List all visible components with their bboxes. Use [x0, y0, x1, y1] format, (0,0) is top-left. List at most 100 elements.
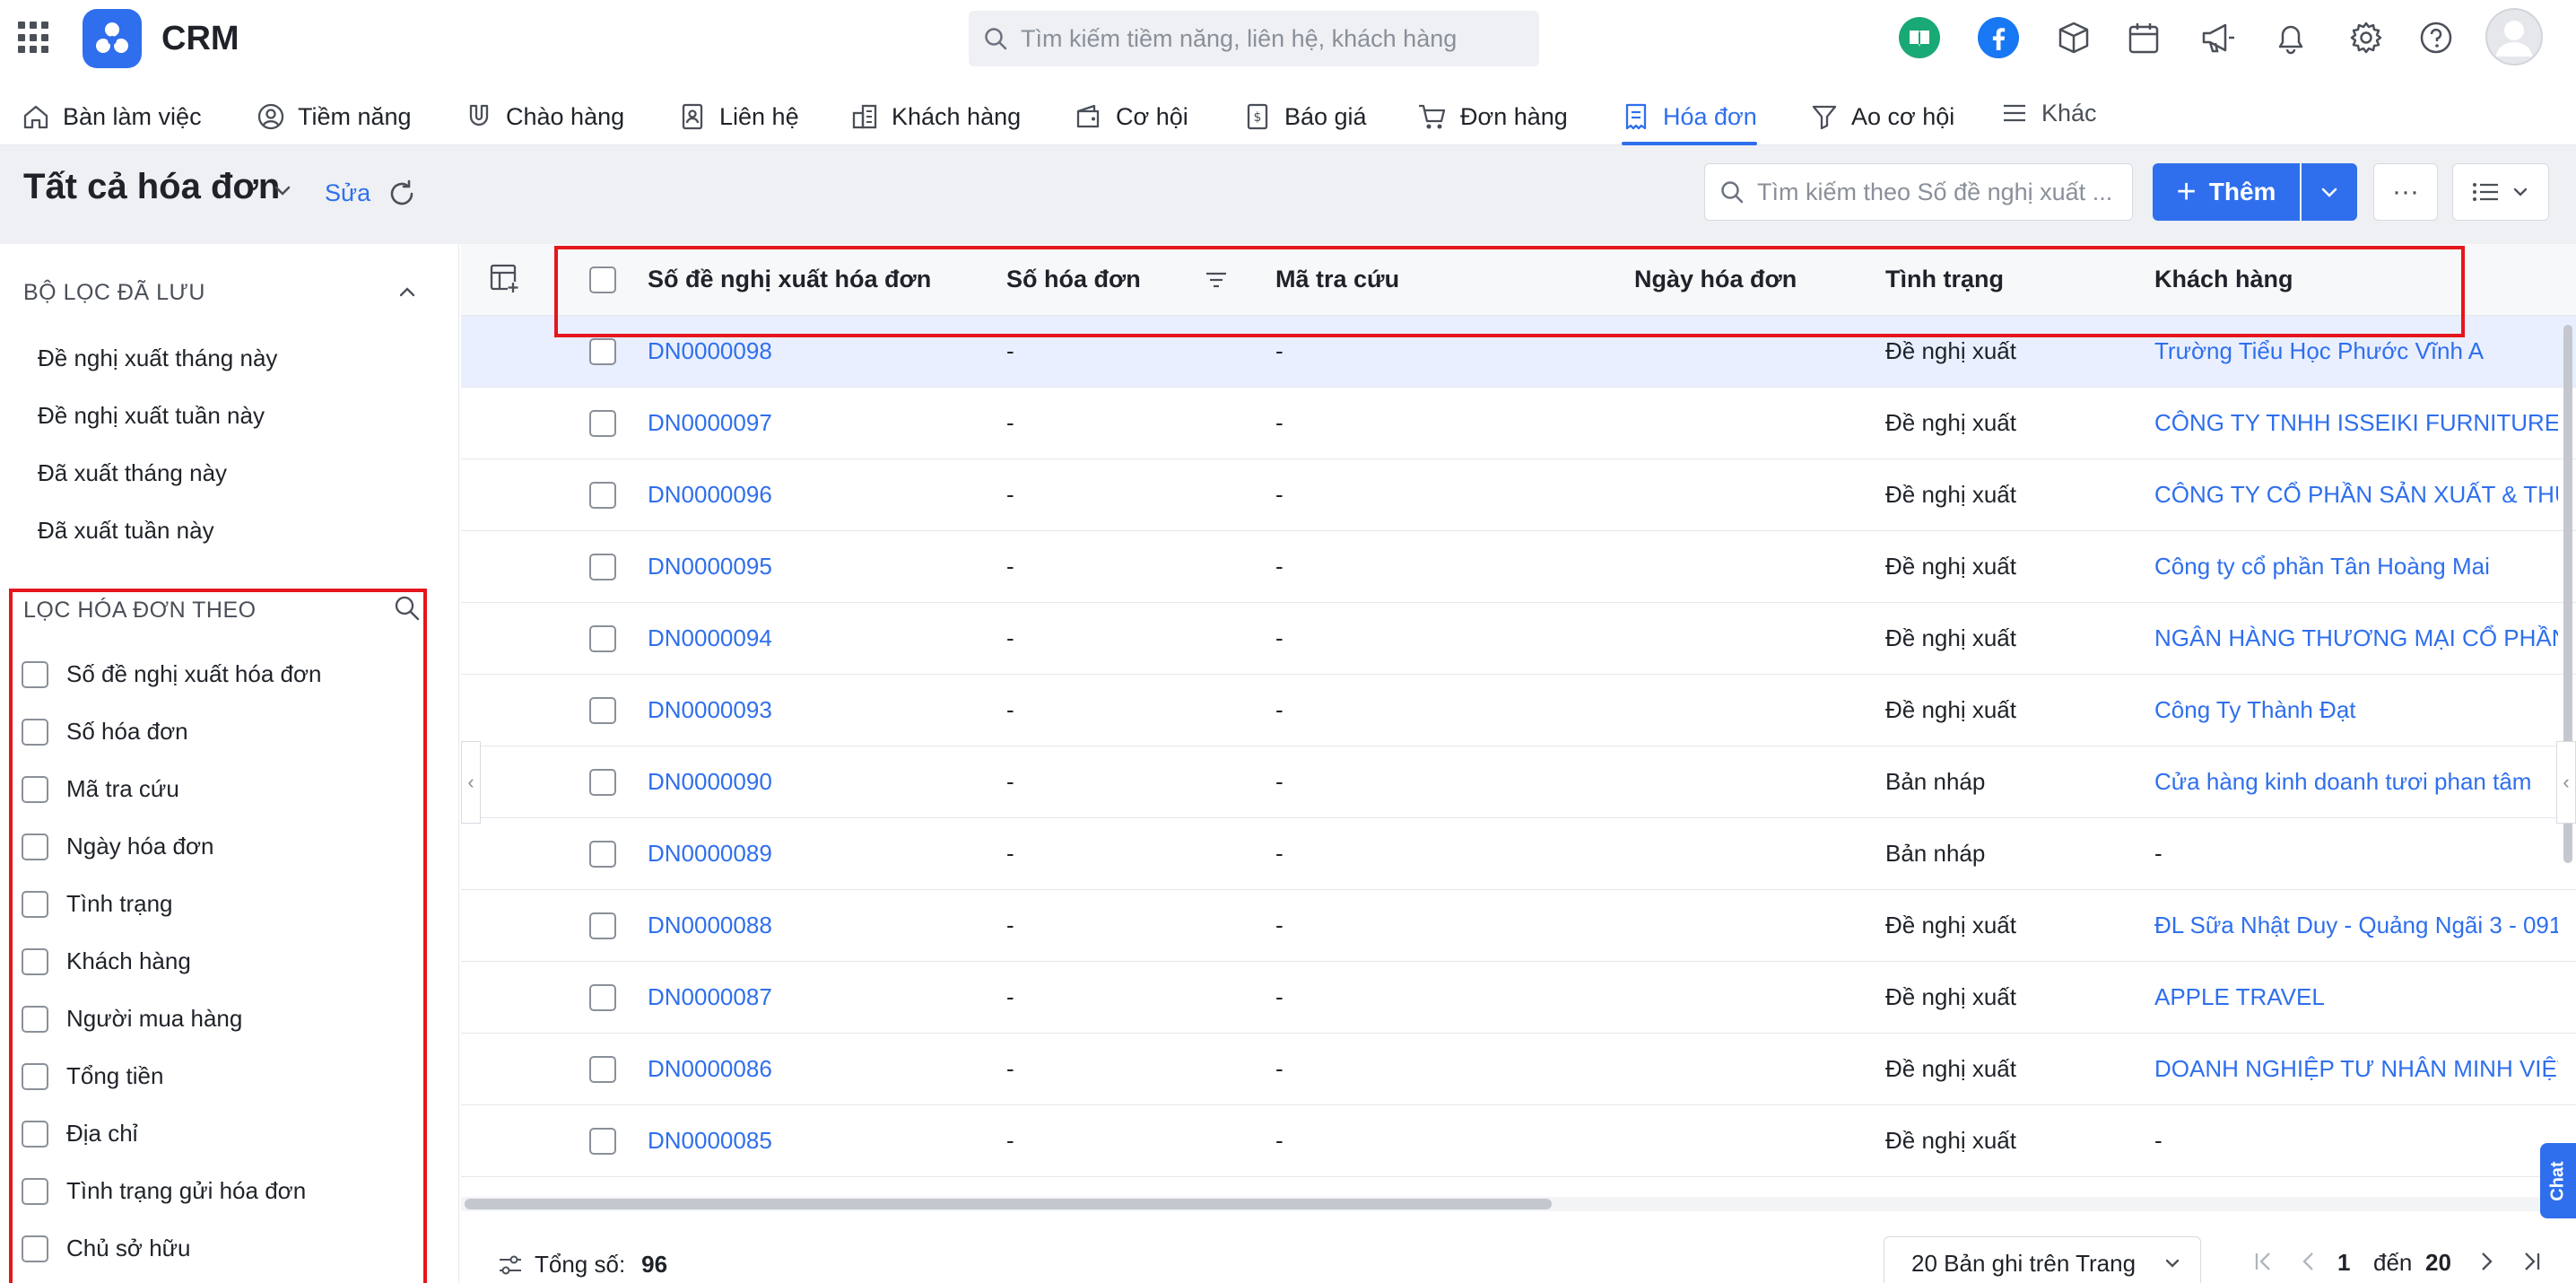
- customer-link[interactable]: APPLE TRAVEL: [2154, 983, 2558, 1011]
- table-row[interactable]: DN0000085 - - Đề nghị xuất -: [461, 1105, 2576, 1177]
- invoice-code-link[interactable]: DN0000095: [648, 553, 772, 580]
- invoice-code-link[interactable]: DN0000087: [648, 983, 772, 1011]
- row-checkbox[interactable]: [589, 554, 616, 580]
- column-settings-icon[interactable]: [488, 262, 520, 299]
- lookup-code-cell: -: [1275, 553, 1284, 580]
- customer-link[interactable]: DOANH NGHIỆP TƯ NHÂN MINH VIỆT: [2154, 1055, 2558, 1083]
- wallet-icon: [1076, 104, 1100, 128]
- invoice-code-link[interactable]: DN0000097: [648, 409, 772, 437]
- customer-link[interactable]: Công ty cổ phần Tân Hoàng Mai: [2154, 553, 2558, 580]
- page-size-select[interactable]: 20 Bản ghi trên Trang: [1884, 1236, 2201, 1283]
- view-mode-button[interactable]: [2452, 163, 2549, 221]
- tab-don-hang[interactable]: Đơn hàng: [1417, 90, 1568, 144]
- lookup-code-cell: -: [1275, 1127, 1284, 1154]
- saved-filter-item[interactable]: Đề nghị xuất tuần này: [38, 402, 265, 430]
- saved-filter-item[interactable]: Đã xuất tháng này: [38, 459, 227, 487]
- invoice-code-link[interactable]: DN0000088: [648, 912, 772, 939]
- more-options-button[interactable]: ···: [2373, 163, 2438, 221]
- invoice-code-link[interactable]: DN0000090: [648, 768, 772, 796]
- tab-khac[interactable]: Khác: [2000, 86, 2097, 140]
- row-checkbox[interactable]: [589, 769, 616, 796]
- tab-khach-hang[interactable]: Khách hàng: [850, 90, 1021, 144]
- avatar[interactable]: [2485, 7, 2544, 66]
- invoice-code-link[interactable]: DN0000096: [648, 481, 772, 509]
- table-row[interactable]: DN0000090 - - Bản nháp Cửa hàng kinh doa…: [461, 746, 2576, 818]
- plus-icon: +: [2176, 173, 2197, 211]
- invoice-code-link[interactable]: DN0000089: [648, 840, 772, 868]
- invoice-code-link[interactable]: DN0000094: [648, 624, 772, 652]
- next-page-icon[interactable]: [2474, 1249, 2499, 1280]
- first-page-icon[interactable]: [2251, 1249, 2276, 1280]
- customer-link[interactable]: NGÂN HÀNG THƯƠNG MẠI CỔ PHẦN Đ: [2154, 624, 2558, 652]
- tab-label: Báo giá: [1284, 102, 1367, 130]
- table-row[interactable]: DN0000097 - - Đề nghị xuất CÔNG TY TNHH …: [461, 388, 2576, 459]
- table-row[interactable]: DN0000089 - - Bản nháp -: [461, 818, 2576, 890]
- row-checkbox[interactable]: [589, 1128, 616, 1155]
- row-checkbox[interactable]: [589, 1056, 616, 1083]
- customer-link[interactable]: Trường Tiểu Học Phước Vĩnh A: [2154, 337, 2558, 365]
- customer-link[interactable]: CÔNG TY TNHH ISSEIKI FURNITURE (VI: [2154, 409, 2558, 437]
- question-icon[interactable]: [2411, 13, 2461, 63]
- list-search-input[interactable]: Tìm kiếm theo Số đề nghị xuất ...: [1704, 163, 2133, 221]
- invoice-code-link[interactable]: DN0000093: [648, 696, 772, 724]
- table-row[interactable]: DN0000093 - - Đề nghị xuất Công Ty Thành…: [461, 675, 2576, 746]
- add-button[interactable]: + Thêm: [2153, 163, 2300, 221]
- saved-filter-item[interactable]: Đề nghị xuất tháng này: [38, 345, 277, 372]
- calendar-icon[interactable]: [2119, 13, 2169, 63]
- megaphone-icon[interactable]: [2192, 13, 2242, 63]
- row-checkbox[interactable]: [589, 912, 616, 939]
- table-row[interactable]: DN0000087 - - Đề nghị xuất APPLE TRAVEL: [461, 962, 2576, 1034]
- invoice-code-link[interactable]: DN0000085: [648, 1127, 772, 1155]
- row-checkbox[interactable]: [589, 625, 616, 652]
- tab-chao-hang[interactable]: Chào hàng: [465, 90, 624, 144]
- lookup-code-cell: -: [1275, 912, 1284, 938]
- add-dropdown-button[interactable]: [2302, 163, 2357, 221]
- row-checkbox[interactable]: [589, 984, 616, 1011]
- page-title[interactable]: Tất cả hóa đơn: [23, 167, 280, 207]
- crm-logo[interactable]: [83, 9, 142, 68]
- chevron-down-icon[interactable]: [271, 179, 294, 207]
- chat-button[interactable]: Chat: [2540, 1143, 2576, 1218]
- help-book-icon[interactable]: [1894, 13, 1945, 63]
- invoice-code-link[interactable]: DN0000098: [648, 337, 772, 365]
- table-row[interactable]: DN0000094 - - Đề nghị xuất NGÂN HÀNG THƯ…: [461, 603, 2576, 675]
- customer-link[interactable]: ĐL Sữa Nhật Duy - Quảng Ngãi 3 - 0914: [2154, 912, 2558, 939]
- row-checkbox[interactable]: [589, 410, 616, 437]
- table-row[interactable]: DN0000088 - - Đề nghị xuất ĐL Sữa Nhật D…: [461, 890, 2576, 962]
- tab-bao-gia[interactable]: $ Báo giá: [1243, 90, 1367, 144]
- gear-icon[interactable]: [2341, 13, 2391, 63]
- prev-page-icon[interactable]: [2296, 1249, 2321, 1280]
- global-search-input[interactable]: Tìm kiếm tiềm năng, liên hệ, khách hàng: [969, 11, 1539, 66]
- row-checkbox[interactable]: [589, 482, 616, 509]
- edit-view-link[interactable]: Sửa: [325, 179, 370, 207]
- collapse-sidebar-handle[interactable]: ‹: [461, 741, 481, 824]
- horizontal-scrollbar[interactable]: [461, 1197, 2576, 1211]
- bell-icon[interactable]: [2266, 13, 2316, 63]
- row-checkbox[interactable]: [589, 697, 616, 724]
- expand-panel-handle[interactable]: ‹: [2556, 741, 2576, 824]
- table-row[interactable]: DN0000095 - - Đề nghị xuất Công ty cổ ph…: [461, 531, 2576, 603]
- lookup-code-cell: -: [1275, 337, 1284, 364]
- tab-co-hoi[interactable]: Cơ hội: [1075, 90, 1188, 144]
- invoice-code-link[interactable]: DN0000086: [648, 1055, 772, 1083]
- customer-link[interactable]: Công Ty Thành Đạt: [2154, 696, 2558, 724]
- scrollbar-thumb[interactable]: [465, 1199, 1552, 1209]
- tab-hoa-don[interactable]: Hóa đơn: [1622, 90, 1757, 145]
- customer-link[interactable]: CÔNG TY CỔ PHẦN SẢN XUẤT & THƯƠ: [2154, 481, 2558, 509]
- row-checkbox[interactable]: [589, 841, 616, 868]
- tab-lien-he[interactable]: Liên hệ: [678, 90, 799, 144]
- apps-grid-icon[interactable]: [18, 22, 50, 54]
- table-row[interactable]: DN0000096 - - Đề nghị xuất CÔNG TY CỔ PH…: [461, 459, 2576, 531]
- tab-tiem-nang[interactable]: Tiềm năng: [257, 90, 412, 144]
- facebook-icon[interactable]: [1973, 13, 2023, 63]
- customer-link[interactable]: Cửa hàng kinh doanh tươi phan tâm: [2154, 768, 2558, 796]
- tab-ban-lam-viec[interactable]: Bàn làm việc: [22, 90, 202, 144]
- tab-ao-co-hoi[interactable]: Ao cơ hội: [1810, 90, 1954, 144]
- package-icon[interactable]: [2049, 13, 2099, 63]
- table-row[interactable]: DN0000086 - - Đề nghị xuất DOANH NGHIỆP …: [461, 1034, 2576, 1105]
- last-page-icon[interactable]: [2519, 1249, 2544, 1280]
- refresh-icon[interactable]: [386, 178, 418, 214]
- saved-filter-item[interactable]: Đã xuất tuần này: [38, 517, 214, 545]
- row-checkbox[interactable]: [589, 338, 616, 365]
- chevron-up-icon[interactable]: [395, 280, 420, 310]
